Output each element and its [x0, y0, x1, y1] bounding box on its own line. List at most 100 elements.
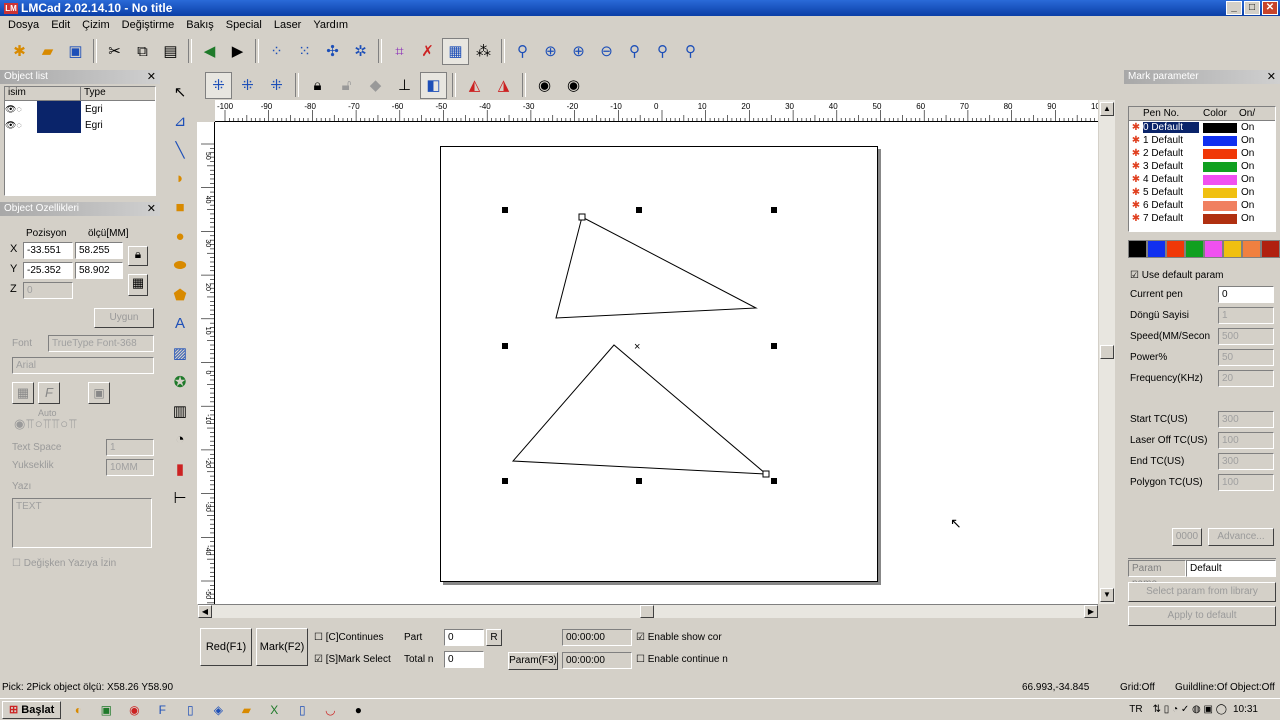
dimension-tool-icon[interactable]: ⊢ — [167, 484, 194, 511]
horizontal-scroll-thumb[interactable] — [640, 605, 654, 618]
tools-icon[interactable]: ✗ — [414, 38, 441, 65]
mark-select-checkbox[interactable]: ☑ [S]Mark Select — [314, 654, 391, 665]
node-gear-icon[interactable]: ✲ — [347, 38, 374, 65]
reset-part-button[interactable]: R — [486, 629, 502, 646]
tray-icons[interactable]: ⇅ ▯ ◔ ✓ ◍ ▣ ◯ — [1153, 704, 1227, 715]
object-list-row[interactable]: 👁︎◌ Egri — [5, 101, 155, 117]
font-name-select[interactable]: Arial — [12, 357, 154, 374]
apply-button[interactable]: Uygun — [94, 308, 154, 328]
visibility-icon[interactable]: 👁︎◌ — [5, 120, 37, 131]
pen-color-swatch[interactable] — [1203, 213, 1237, 224]
pen-col-color[interactable]: Color — [1199, 107, 1237, 120]
mirror-horizontal-icon[interactable]: ◭ — [461, 72, 488, 99]
taskbar-app-icon[interactable]: ▯ — [179, 701, 201, 719]
preview-2-icon[interactable]: ◉ — [560, 72, 587, 99]
pen-state[interactable]: On — [1241, 174, 1254, 185]
enable-show-checkbox[interactable]: ☑ Enable show cor — [636, 632, 722, 643]
enable-continue-checkbox[interactable]: ☐ Enable continue n — [636, 654, 728, 665]
pen-state[interactable]: On — [1241, 135, 1254, 146]
continues-checkbox[interactable]: ☐ [C]Continues — [314, 632, 384, 643]
text-grid-icon[interactable]: ▦ — [12, 382, 34, 404]
frequency-input[interactable]: 20 — [1218, 370, 1274, 387]
mark-button[interactable]: Mark(F2) — [256, 628, 308, 666]
redo-icon[interactable]: ▶ — [224, 38, 251, 65]
pen-color-swatch[interactable] — [1203, 200, 1237, 211]
pointer-icon[interactable]: ↖ — [167, 78, 194, 105]
rectangle-tool-icon[interactable]: ■ — [167, 194, 194, 221]
polygon-tc-input[interactable]: 100 — [1218, 474, 1274, 491]
node-move-icon[interactable]: ✣ — [319, 38, 346, 65]
node-handle[interactable] — [578, 213, 586, 221]
scroll-down-icon[interactable]: ▼ — [1100, 588, 1114, 602]
vertical-scroll-thumb[interactable] — [1100, 345, 1114, 359]
height-input[interactable]: 10MM — [106, 459, 154, 476]
triangle-shape-top[interactable] — [555, 216, 758, 319]
variable-text-checkbox[interactable]: ☐ Değişken Yazıya İzin — [12, 558, 116, 569]
palette-color-swatch[interactable] — [1147, 240, 1166, 258]
menu-cizim[interactable]: Çizim — [76, 19, 116, 31]
lock-ratio-icon[interactable]: 🔒︎ — [128, 246, 148, 266]
lock-icon[interactable]: 🔒︎ — [304, 72, 331, 99]
zoom-in-icon[interactable]: ⊕ — [537, 38, 564, 65]
curve-tool-icon[interactable]: ◗ — [167, 165, 194, 192]
pen-col-on[interactable]: On/ — [1237, 107, 1255, 120]
x-size-input[interactable]: 58.255 — [75, 242, 123, 259]
pen-row[interactable]: ✱ 1 Default On — [1129, 134, 1275, 147]
cut-icon[interactable]: ✂ — [101, 38, 128, 65]
selection-handle[interactable] — [636, 207, 642, 213]
menu-degistirme[interactable]: Değiştirme — [116, 19, 181, 31]
advance-button[interactable]: Advance... — [1208, 528, 1274, 546]
taskbar-app-icon[interactable]: ◐ — [67, 701, 89, 719]
paste-icon[interactable]: ▤ — [157, 38, 184, 65]
save-icon[interactable]: ▣ — [62, 38, 89, 65]
horizontal-scrollbar[interactable]: ◀ ▶ — [198, 604, 1098, 618]
barcode-tool-icon[interactable]: ▥ — [167, 397, 194, 424]
scroll-up-icon[interactable]: ▲ — [1100, 102, 1114, 116]
pen-state[interactable]: On — [1241, 161, 1254, 172]
pen-row[interactable]: ✱ 4 Default On — [1129, 173, 1275, 186]
x-position-input[interactable]: -33.551 — [23, 242, 73, 259]
zoom-selection-icon[interactable]: ⚲ — [649, 38, 676, 65]
taskbar-app-icon[interactable]: ▣ — [95, 701, 117, 719]
objects-icon[interactable]: ⁂ — [470, 38, 497, 65]
maximize-button[interactable]: □ — [1244, 1, 1260, 15]
select-param-library-button[interactable]: Select param from library — [1128, 582, 1276, 602]
menu-special[interactable]: Special — [220, 19, 268, 31]
lmcad-taskbar-icon[interactable]: ◡ — [319, 701, 341, 719]
apply-to-default-button[interactable]: Apply to default — [1128, 606, 1276, 626]
palette-color-swatch[interactable] — [1223, 240, 1242, 258]
node-select-icon[interactable]: ⁙ — [291, 38, 318, 65]
object-list-col-name[interactable]: isim — [5, 87, 81, 100]
selection-handle[interactable] — [771, 343, 777, 349]
menu-edit[interactable]: Edit — [45, 19, 76, 31]
select-move-icon[interactable]: ⁜ — [234, 72, 261, 99]
part-input[interactable]: 0 — [444, 629, 484, 646]
mirror-vertical-icon[interactable]: ◮ — [490, 72, 517, 99]
power-input[interactable]: 50 — [1218, 349, 1274, 366]
timer-tool-icon[interactable]: ◔ — [167, 426, 194, 453]
taskbar-app-icon[interactable]: F — [151, 701, 173, 719]
selection-handle[interactable] — [771, 207, 777, 213]
chrome-icon[interactable]: ◉ — [123, 701, 145, 719]
zoom-icon[interactable]: ⚲ — [509, 38, 536, 65]
object-list-col-type[interactable]: Type — [81, 87, 106, 100]
palette-color-swatch[interactable] — [1185, 240, 1204, 258]
pen-state[interactable]: On — [1241, 122, 1254, 133]
laser-off-tc-input[interactable]: 100 — [1218, 432, 1274, 449]
polygon-tool-icon[interactable]: ⬟ — [167, 281, 194, 308]
node-tool-icon[interactable]: ⊿ — [167, 107, 194, 134]
copy-icon[interactable]: ⧉ — [129, 38, 156, 65]
palette-color-swatch[interactable] — [1128, 240, 1147, 258]
align-icon[interactable]: ⊥ — [391, 72, 418, 99]
undo-icon[interactable]: ◀ — [196, 38, 223, 65]
pen-row[interactable]: ✱ 5 Default On — [1129, 186, 1275, 199]
pen-row[interactable]: ✱ 6 Default On — [1129, 199, 1275, 212]
red-button[interactable]: Red(F1) — [200, 628, 252, 666]
pen-color-swatch[interactable] — [1203, 174, 1237, 185]
preview-icon[interactable]: ◉ — [531, 72, 558, 99]
palette-color-swatch[interactable] — [1242, 240, 1261, 258]
y-position-input[interactable]: -25.352 — [23, 262, 73, 279]
ellipse-tool-icon[interactable]: ⬬ — [167, 252, 194, 279]
hatch-icon[interactable]: ⌗ — [386, 38, 413, 65]
object-props-close-icon[interactable]: ✕ — [147, 202, 156, 216]
